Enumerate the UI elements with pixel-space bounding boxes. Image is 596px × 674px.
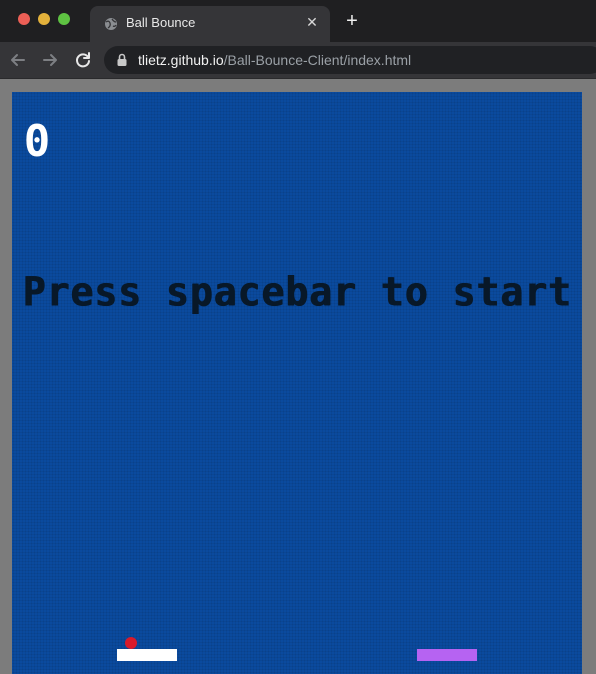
arrow-right-icon[interactable] — [40, 50, 60, 70]
game-canvas[interactable]: 0 Press spacebar to start — [12, 92, 582, 674]
tab-title: Ball Bounce — [126, 15, 196, 30]
arrow-left-icon[interactable] — [8, 50, 28, 70]
globe-icon — [105, 18, 117, 30]
url-host: tlietz.github.io — [138, 52, 224, 68]
url-text: tlietz.github.io/Ball-Bounce-Client/inde… — [138, 52, 411, 68]
score-counter: 0 — [26, 118, 48, 160]
close-tab-button[interactable]: ✕ — [304, 14, 320, 30]
start-message: Press spacebar to start — [22, 268, 572, 316]
right-paddle — [417, 649, 477, 661]
score-text: 0 — [26, 118, 48, 160]
page-viewport: 0 Press spacebar to start — [0, 79, 596, 674]
left-paddle — [117, 649, 177, 661]
close-window-button[interactable] — [18, 13, 30, 25]
url-path: /Ball-Bounce-Client/index.html — [223, 52, 412, 68]
tab-ball-bounce[interactable]: Ball Bounce ✕ — [90, 6, 330, 42]
ball — [125, 637, 137, 649]
toolbar: tlietz.github.io/Ball-Bounce-Client/inde… — [0, 42, 596, 79]
address-bar[interactable]: tlietz.github.io/Ball-Bounce-Client/inde… — [104, 46, 596, 74]
minimize-window-button[interactable] — [38, 13, 50, 25]
tab-strip: Ball Bounce ✕ + — [0, 0, 596, 42]
maximize-window-button[interactable] — [58, 13, 70, 25]
browser-window: Ball Bounce ✕ + tlietz.github.io/Ball-Bo… — [0, 0, 596, 674]
lock-icon — [117, 53, 127, 66]
reload-icon[interactable] — [73, 50, 93, 70]
new-tab-button[interactable]: + — [342, 11, 362, 31]
